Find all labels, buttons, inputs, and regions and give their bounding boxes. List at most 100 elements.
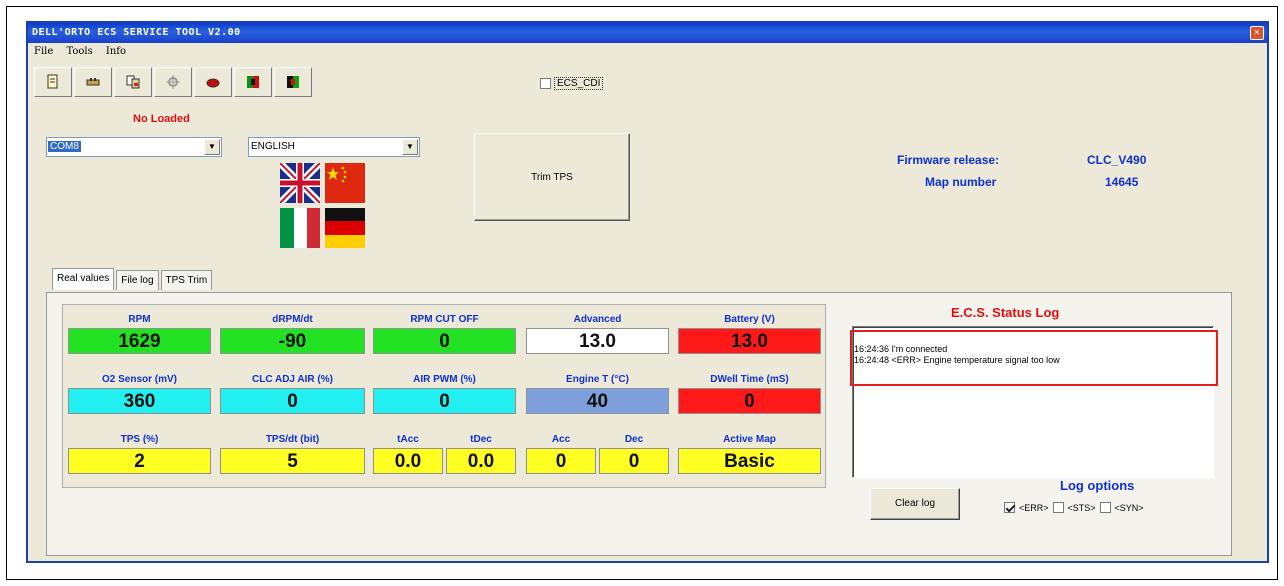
gauge-rpm-cut-off: RPM CUT OFF 0 (373, 312, 516, 354)
gauge-value: 13.0 (678, 328, 821, 354)
green-flag-icon[interactable] (274, 67, 312, 97)
copy-icon[interactable] (114, 67, 152, 97)
gauge-label: Acc (551, 434, 571, 445)
gauge-label: Engine T (°C) (566, 374, 629, 385)
firmware-value: CLC_V490 (1087, 153, 1147, 167)
gauge-value: 0.0 (446, 448, 516, 474)
tab-file-log[interactable]: File log (116, 270, 159, 290)
gauge-dec: Dec 0 (599, 432, 669, 474)
gauge-advanced: Advanced 13.0 (526, 312, 669, 354)
menu-file[interactable]: File (34, 46, 53, 57)
gauge-tps: TPS (%) 2 (68, 432, 211, 474)
gauge-value: 13.0 (526, 328, 669, 354)
gauge-air-pwm: AIR PWM (%) 0 (373, 372, 516, 414)
gauge-label: TPS/dt (bit) (265, 434, 320, 445)
gauge-value: 0 (599, 448, 669, 474)
log-line: 16:24:48 <ERR> Engine temperature signal… (854, 355, 1060, 365)
clear-log-button[interactable]: Clear log (870, 488, 960, 520)
gauge-value: -90 (220, 328, 365, 354)
gauge-rpm: RPM 1629 (68, 312, 211, 354)
log-option-err-checkbox[interactable] (1004, 502, 1015, 513)
gauge-value: 0 (678, 388, 821, 414)
language-select-value: ENGLISH (251, 141, 295, 152)
chevron-down-icon[interactable]: ▼ (402, 139, 418, 155)
firmware-label: Firmware release: (897, 153, 1000, 167)
china-flag-icon[interactable] (325, 163, 365, 203)
gauge-label: tAcc (397, 434, 419, 445)
gear-icon[interactable] (154, 67, 192, 97)
uk-flag-icon[interactable] (280, 163, 320, 203)
gauge-value: 0 (220, 388, 365, 414)
gauge-value: 40 (526, 388, 669, 414)
menu-bar: File Tools Info (28, 43, 1267, 61)
gauge-clc-adj-air: CLC ADJ AIR (%) 0 (220, 372, 365, 414)
gauge-value: 0.0 (373, 448, 443, 474)
map-number-value: 14645 (1105, 175, 1139, 189)
log-option-sts-checkbox[interactable] (1052, 502, 1064, 513)
log-line: 16:24:36 I'm connected (854, 344, 948, 354)
gauge-value: 2 (68, 448, 211, 474)
gauge-t-dec: tDec 0.0 (446, 432, 516, 474)
gauge-label: AIR PWM (%) (413, 374, 476, 385)
gauge-label: TPS (%) (120, 434, 159, 445)
title-bar: DELL'ORTO ECS SERVICE TOOL V2.00 ✕ (28, 23, 1267, 43)
gauge-value: 1629 (68, 328, 211, 354)
ecs-cdi-checkbox[interactable]: ECS_CDI (540, 77, 604, 90)
italy-flag-icon[interactable] (280, 208, 320, 248)
motorcycle-icon[interactable] (194, 67, 232, 97)
ecs-cdi-label: ECS_CDI (554, 77, 604, 90)
gauge-value: 0 (373, 328, 516, 354)
gauge-label: Active Map (723, 434, 776, 445)
gauge-value: 0 (526, 448, 596, 474)
gauge-drpm: dRPM/dt -90 (220, 312, 365, 354)
gauge-dwell-time: DWell Time (mS) 0 (678, 372, 821, 414)
ecs-cdi-checkbox-box[interactable] (540, 78, 551, 89)
tab-tps-trim[interactable]: TPS Trim (160, 270, 213, 290)
load-status: No Loaded (133, 113, 190, 125)
gauge-label: RPM (128, 314, 151, 325)
log-option-syn-checkbox[interactable] (1099, 502, 1111, 513)
connect-plug-icon[interactable] (74, 67, 112, 97)
log-option-syn-label: <SYN> (1114, 502, 1144, 513)
gauge-value: 0 (373, 388, 516, 414)
port-select-value: COM8 (48, 141, 81, 152)
gauge-engine-temp: Engine T (°C) 40 (526, 372, 669, 414)
gauge-value: Basic (678, 448, 821, 474)
status-log-lines: 16:24:36 I'm connected 16:24:48 <ERR> En… (850, 330, 1218, 386)
status-log-title: E.C.S. Status Log (951, 305, 1060, 320)
log-options: <ERR> <STS> <SYN> (1004, 502, 1144, 513)
gauge-label: O2 Sensor (mV) (101, 374, 178, 385)
menu-info[interactable]: Info (106, 46, 126, 57)
chevron-down-icon[interactable]: ▼ (204, 139, 220, 155)
log-option-err-label: <ERR> (1019, 502, 1049, 513)
gauge-label: Battery (V) (724, 314, 775, 325)
document-icon[interactable] (34, 67, 72, 97)
window-title: DELL'ORTO ECS SERVICE TOOL V2.00 (32, 27, 241, 38)
log-options-title: Log options (1060, 478, 1135, 493)
gauge-battery: Battery (V) 13.0 (678, 312, 821, 354)
tab-real-values[interactable]: Real values (52, 268, 115, 290)
gauge-label: Dec (624, 434, 644, 445)
port-select[interactable]: COM8 ▼ (46, 137, 222, 157)
close-icon[interactable]: ✕ (1250, 26, 1264, 40)
menu-tools[interactable]: Tools (66, 46, 92, 57)
gauge-active-map: Active Map Basic (678, 432, 821, 474)
gauge-label: dRPM/dt (272, 314, 313, 325)
gauge-label: tDec (470, 434, 492, 445)
gauge-acc: Acc 0 (526, 432, 596, 474)
map-number-label: Map number (925, 175, 997, 189)
gauge-tps-dt: TPS/dt (bit) 5 (220, 432, 365, 474)
gauge-label: DWell Time (mS) (710, 374, 789, 385)
gauge-label: CLC ADJ AIR (%) (252, 374, 333, 385)
gauge-value: 5 (220, 448, 365, 474)
toolbar (34, 67, 312, 97)
gauge-t-acc: tAcc 0.0 (373, 432, 443, 474)
gauge-value: 360 (68, 388, 211, 414)
log-option-sts-label: <STS> (1067, 502, 1096, 513)
germany-flag-icon[interactable] (325, 208, 365, 248)
trim-tps-button[interactable]: Trim TPS (474, 133, 630, 221)
gauge-label: Advanced (573, 314, 622, 325)
red-flag-icon[interactable] (234, 67, 272, 97)
language-select[interactable]: ENGLISH ▼ (248, 137, 420, 157)
tab-strip: Real values File log TPS Trim (52, 268, 214, 290)
